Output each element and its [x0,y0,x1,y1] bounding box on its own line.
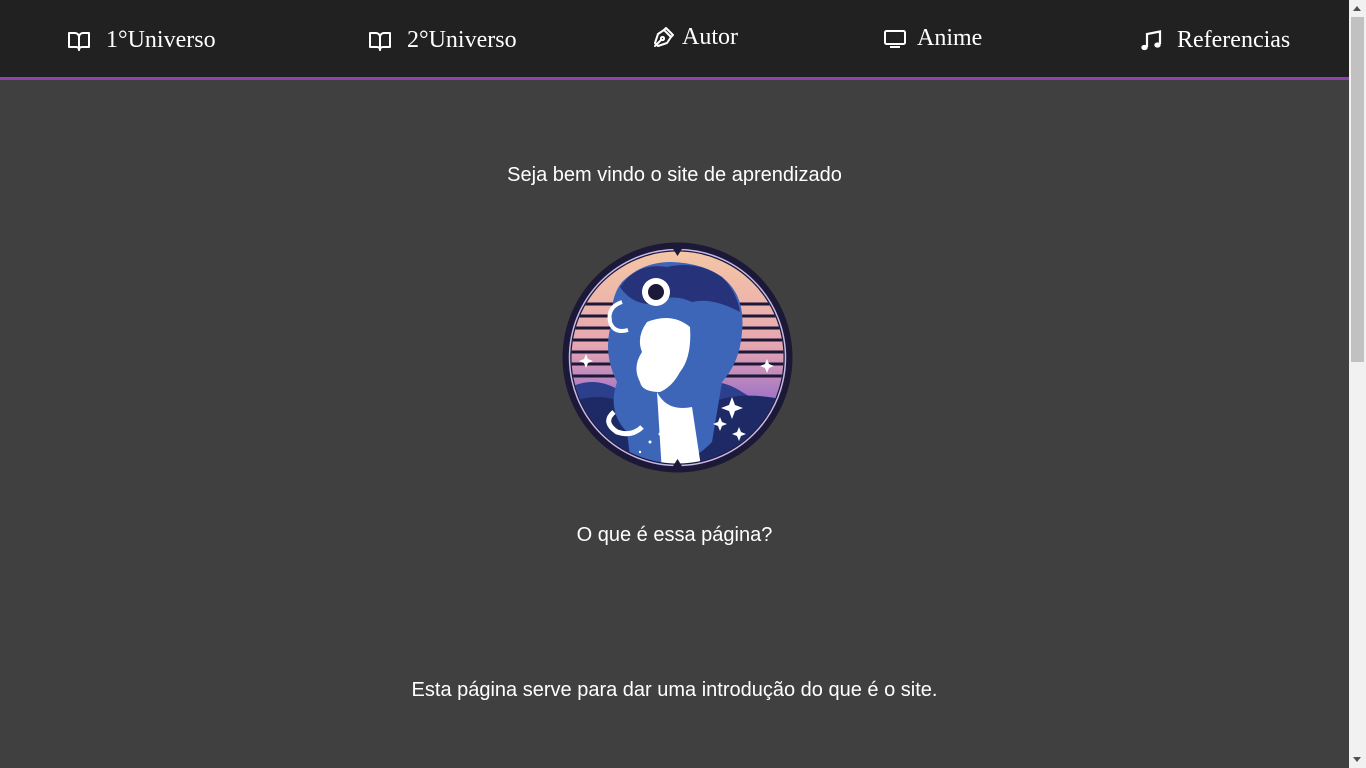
stylized-portrait-logo [562,242,793,473]
scrollbar-thumb[interactable] [1351,17,1364,362]
music-note-icon [1140,29,1162,52]
nav-link-1-universo[interactable]: 1°Universo [67,27,216,54]
nav-label: Referencias [1177,27,1291,53]
welcome-text: Seja bem vindo o site de aprendizado [507,164,842,186]
scroll-up-arrow-icon[interactable] [1353,6,1361,11]
book-open-icon [67,30,91,52]
nav-label: 2°Universo [407,27,517,53]
scroll-down-arrow-icon[interactable] [1353,757,1361,762]
page: 1°Universo 2°Universo Autor Anime Refere… [0,0,1349,768]
vertical-scrollbar[interactable] [1349,0,1366,768]
section-question: O que é essa página? [576,524,773,546]
nav-link-autor[interactable]: Autor [652,24,738,51]
nav-label: Anime [917,25,983,51]
nav-link-2-universo[interactable]: 2°Universo [368,27,517,54]
pen-icon [652,26,674,49]
intro-paragraph: Esta página serve para dar uma introduçã… [411,679,938,701]
book-open-icon [368,30,392,52]
nav-link-anime[interactable]: Anime [883,25,982,52]
browser-viewport: 1°Universo 2°Universo Autor Anime Refere… [0,0,1366,768]
nav-label: 1°Universo [106,27,216,53]
monitor-icon [883,29,907,49]
nav-link-referencias[interactable]: Referencias [1140,27,1290,54]
top-navbar: 1°Universo 2°Universo Autor Anime Refere… [0,0,1349,80]
nav-label: Autor [682,24,738,50]
